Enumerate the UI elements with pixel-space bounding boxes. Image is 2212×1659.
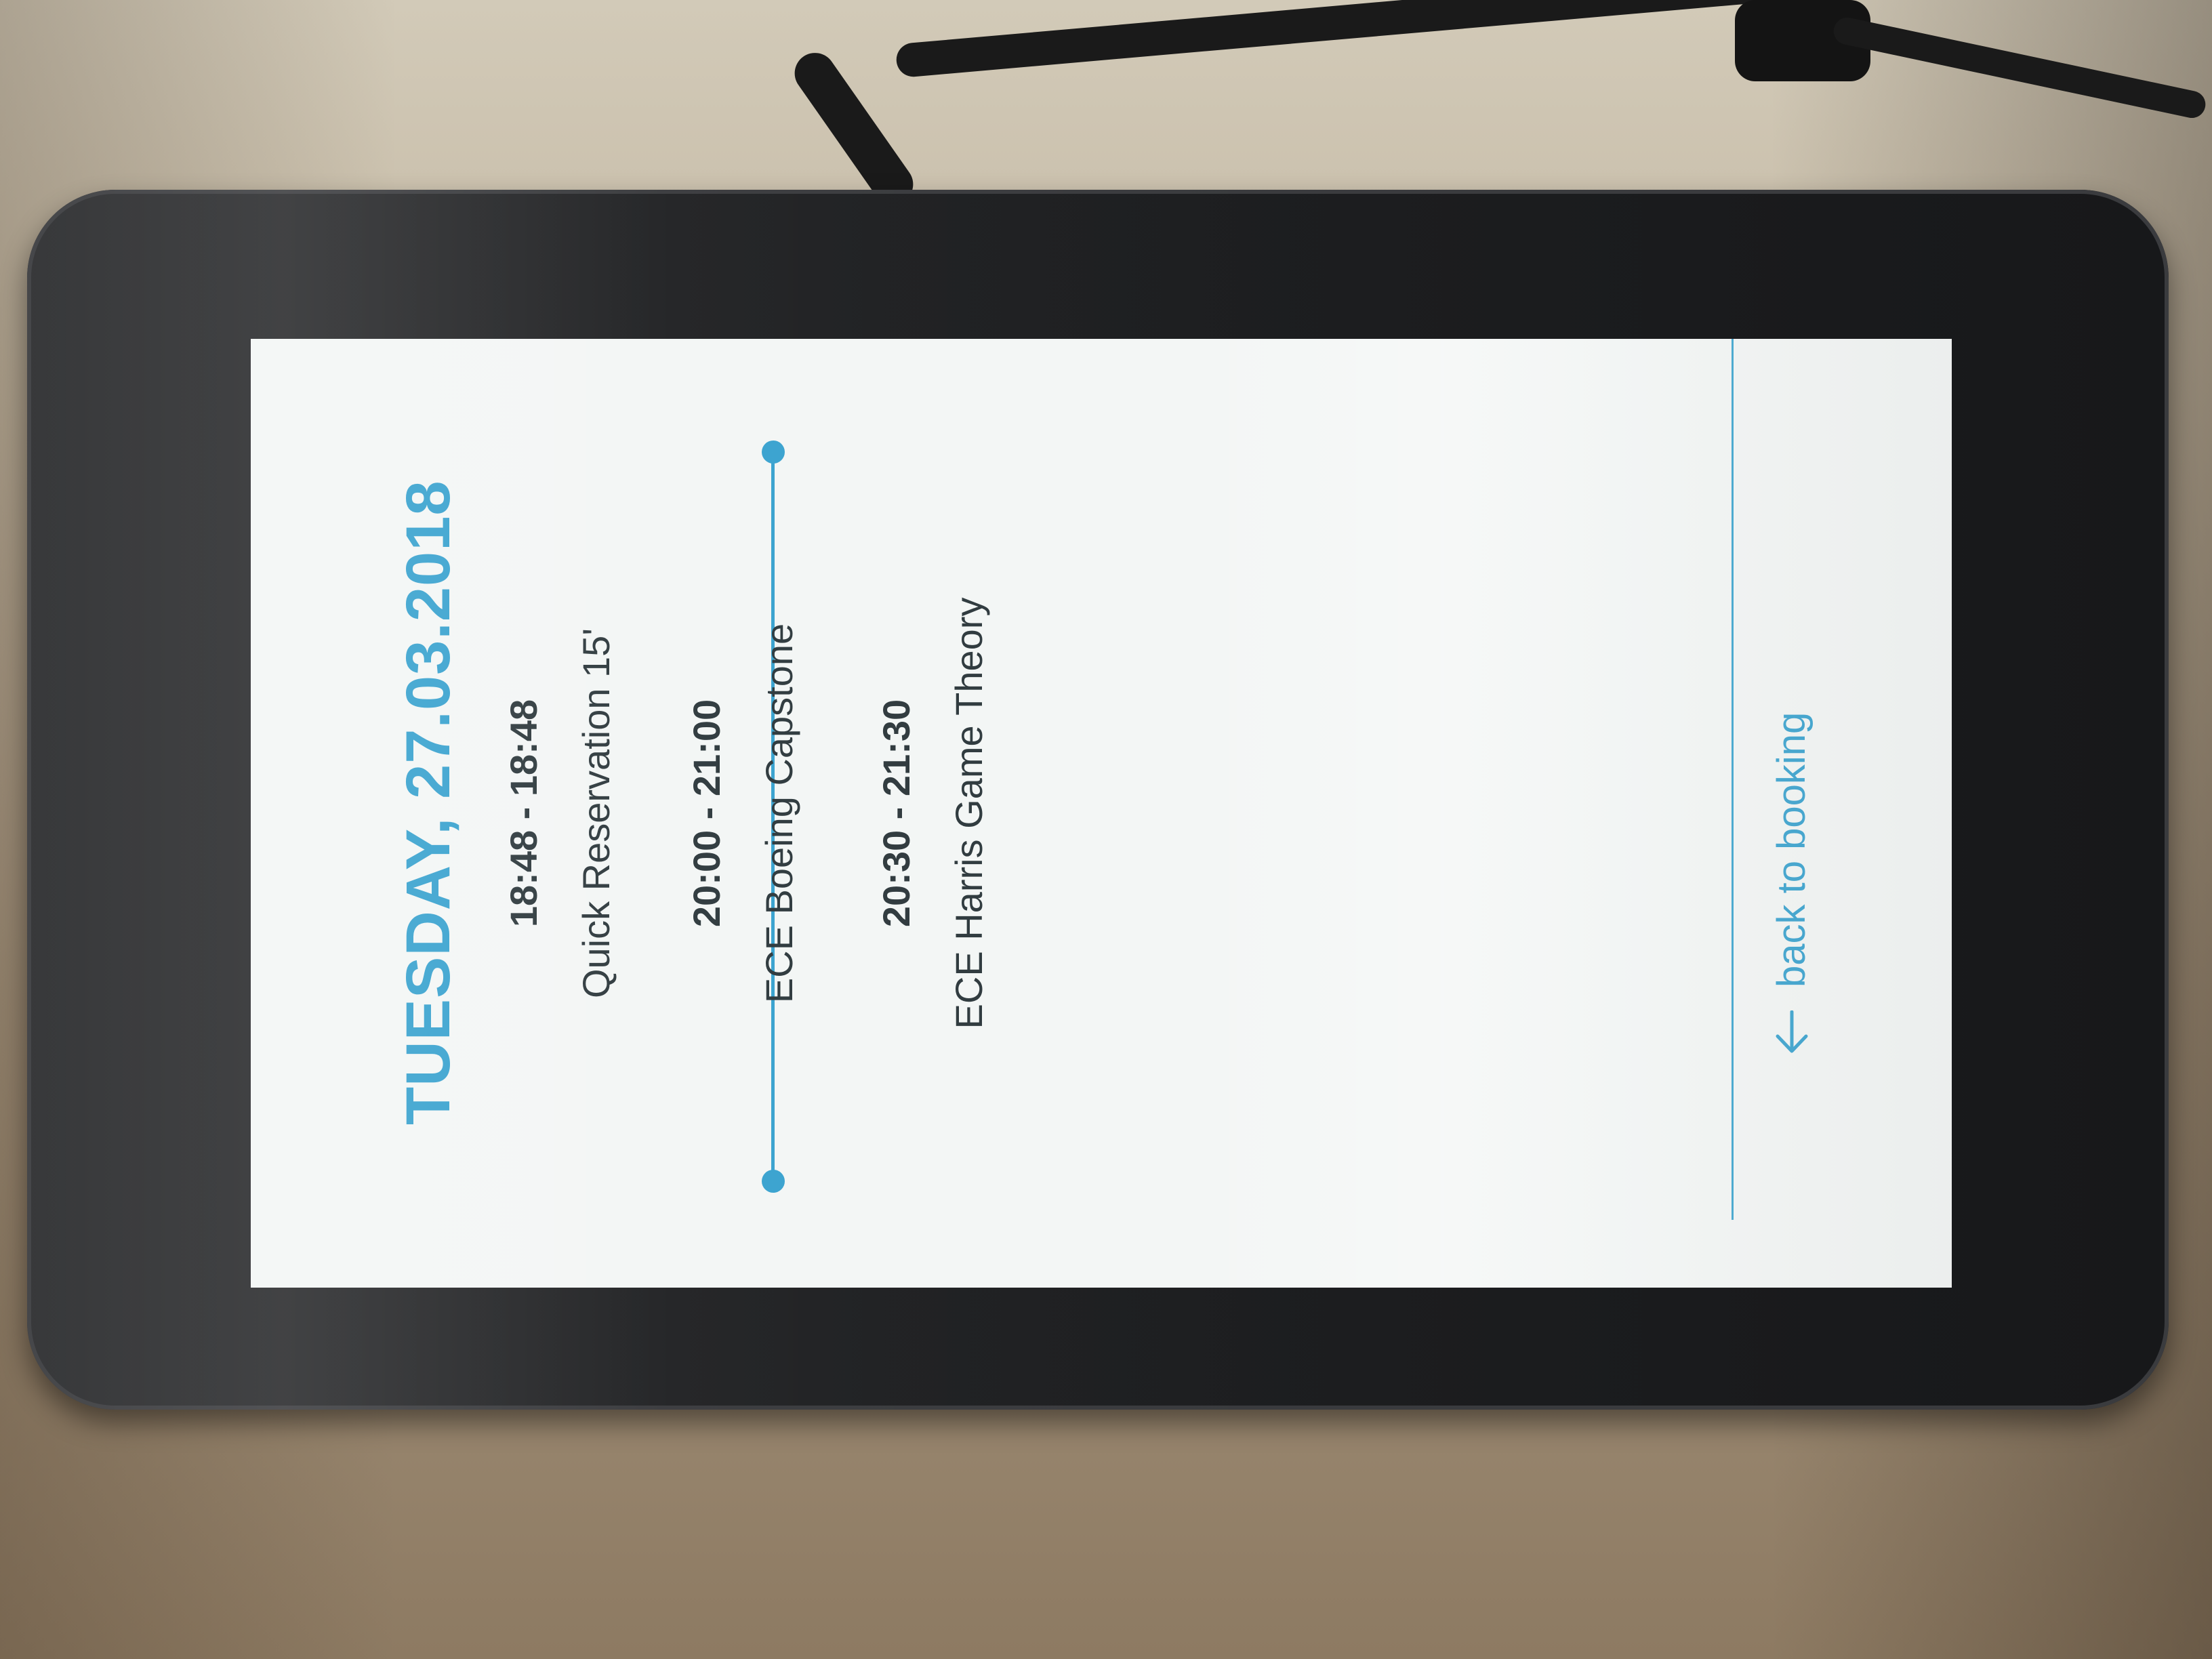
room-schedule-view: TUESDAY, 27.03.2018 18:48 - 18:48 Quick … [251, 339, 1952, 1288]
event-title: ECE Boeing Capstone [758, 623, 800, 1004]
back-to-booking-button[interactable]: back to booking [1769, 712, 1814, 1054]
event-item[interactable]: 18:48 - 18:48 Quick Reservation 15' [501, 339, 618, 1288]
page-title: TUESDAY, 27.03.2018 [394, 480, 463, 1125]
arrow-left-icon [1776, 1010, 1807, 1053]
event-item[interactable]: 20:00 - 21:00 ECE Boeing Capstone [684, 339, 801, 1288]
back-to-booking-label: back to booking [1769, 712, 1814, 987]
event-item[interactable]: 20:30 - 21:30 ECE Harris Game Theory [874, 339, 991, 1288]
event-time: 20:00 - 21:00 [685, 699, 728, 928]
event-time: 20:30 - 21:30 [875, 699, 918, 928]
footer-divider [1732, 339, 1734, 1220]
event-title: Quick Reservation 15' [575, 628, 617, 999]
event-time: 18:48 - 18:48 [502, 699, 545, 928]
event-title: ECE Harris Game Theory [947, 597, 990, 1029]
touch-screen: TUESDAY, 27.03.2018 18:48 - 18:48 Quick … [251, 339, 1952, 1288]
